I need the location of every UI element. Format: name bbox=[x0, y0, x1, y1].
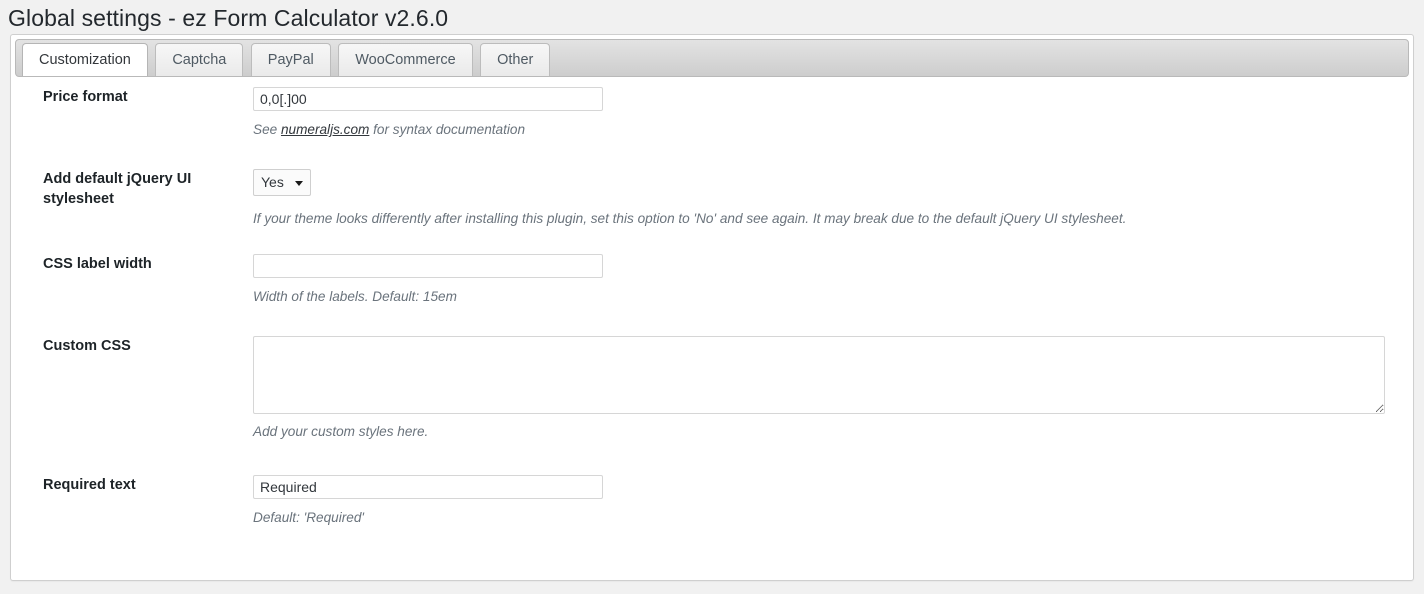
jquery-ui-field: Yes If your theme looks differently afte… bbox=[253, 169, 1126, 228]
css-label-width-input[interactable] bbox=[253, 254, 603, 278]
custom-css-hint: Add your custom styles here. bbox=[253, 424, 429, 439]
jquery-ui-hint: If your theme looks differently after in… bbox=[253, 211, 1127, 226]
required-text-input[interactable] bbox=[253, 475, 603, 499]
price-format-hint-after: for syntax documentation bbox=[369, 122, 526, 137]
row-custom-css: Custom CSS Add your custom styles here. bbox=[11, 336, 1413, 475]
tab-paypal-label: PayPal bbox=[267, 52, 314, 68]
row-css-label-width: CSS label width Width of the labels. Def… bbox=[11, 254, 1413, 336]
price-format-label: Price format bbox=[43, 89, 128, 105]
tab-captcha-label: Captcha bbox=[172, 52, 227, 68]
custom-css-textarea[interactable] bbox=[253, 336, 1385, 414]
required-text-field: Default: 'Required' bbox=[253, 475, 603, 527]
jquery-ui-select-value: Yes bbox=[261, 174, 284, 190]
css-label-width-field: Width of the labels. Default: 15em bbox=[253, 254, 603, 306]
row-price-format: Price format See numeraljs.com for synta… bbox=[11, 87, 1413, 169]
price-format-hint: See numeraljs.com for syntax documentati… bbox=[253, 121, 603, 139]
tab-other-label: Other bbox=[497, 52, 534, 68]
jquery-ui-select[interactable]: Yes bbox=[253, 169, 311, 196]
price-format-input[interactable] bbox=[253, 87, 603, 111]
tab-captcha[interactable]: Captcha bbox=[155, 43, 244, 76]
page-title: Global settings - ez Form Calculator v2.… bbox=[8, 5, 449, 31]
tab-customization[interactable]: Customization bbox=[22, 43, 148, 76]
custom-css-label: Custom CSS bbox=[43, 338, 131, 354]
custom-css-field: Add your custom styles here. bbox=[253, 336, 1385, 441]
chevron-down-icon bbox=[295, 181, 303, 186]
tab-woocommerce[interactable]: WooCommerce bbox=[338, 43, 473, 76]
tab-other[interactable]: Other bbox=[480, 43, 551, 76]
settings-panel: Customization Captcha PayPal WooCommerce… bbox=[10, 34, 1414, 581]
required-text-hint: Default: 'Required' bbox=[253, 510, 364, 525]
row-jquery-ui: Add default jQuery UI stylesheet Yes If … bbox=[11, 169, 1413, 254]
tab-paypal[interactable]: PayPal bbox=[250, 43, 331, 76]
row-required-text: Required text Default: 'Required' bbox=[11, 475, 1413, 545]
price-format-hint-before: See bbox=[253, 122, 281, 137]
tab-customization-label: Customization bbox=[39, 52, 131, 68]
settings-form: Price format See numeraljs.com for synta… bbox=[11, 87, 1413, 545]
css-label-width-hint: Width of the labels. Default: 15em bbox=[253, 289, 457, 304]
tab-woocommerce-label: WooCommerce bbox=[355, 52, 456, 68]
price-format-field: See numeraljs.com for syntax documentati… bbox=[253, 87, 603, 139]
required-text-label: Required text bbox=[43, 477, 136, 493]
tab-bar: Customization Captcha PayPal WooCommerce… bbox=[15, 39, 1409, 77]
jquery-ui-label: Add default jQuery UI stylesheet bbox=[43, 171, 192, 207]
numeraljs-link[interactable]: numeraljs.com bbox=[281, 122, 369, 137]
css-label-width-label: CSS label width bbox=[43, 256, 152, 272]
